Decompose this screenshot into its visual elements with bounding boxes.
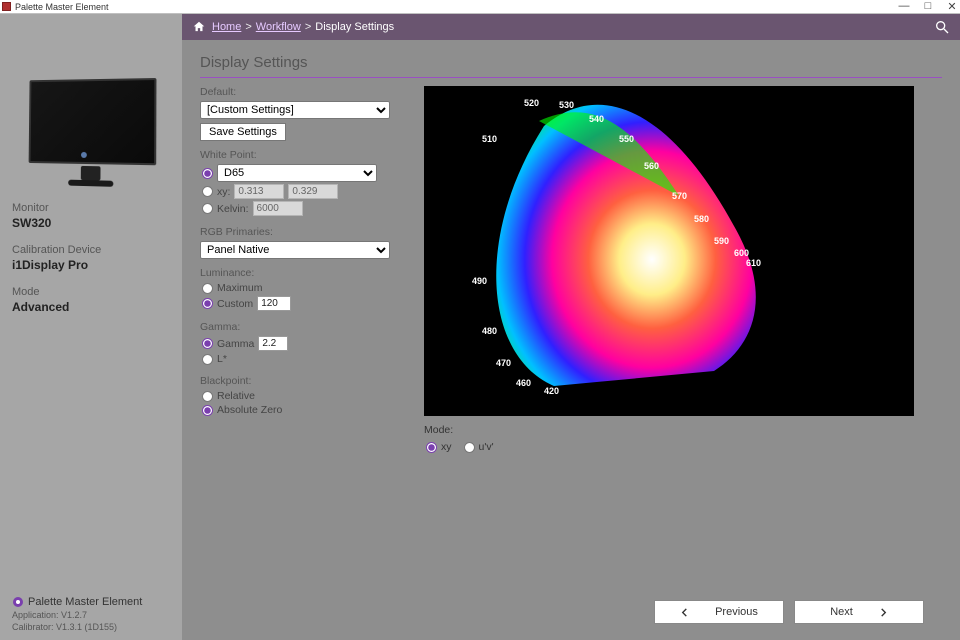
wavelength-label: 470 [496,358,511,368]
breadcrumb-workflow[interactable]: Workflow [256,21,301,33]
blackpoint-relative-radio[interactable] [202,391,213,402]
wavelength-label: 490 [472,276,487,286]
brand-icon [12,596,24,608]
whitepoint-x-input[interactable] [234,184,284,199]
blackpoint-label: Blackpoint: [200,375,410,387]
app-icon [2,2,11,11]
breadcrumb-current: Display Settings [315,21,394,33]
window-titlebar: Palette Master Element — □ ✕ [0,0,960,14]
whitepoint-label: White Point: [200,149,410,161]
mode-xy-label: xy [441,441,452,453]
save-settings-button[interactable]: Save Settings [200,123,286,141]
wavelength-label: 530 [559,100,574,110]
search-icon[interactable] [934,19,950,35]
chevron-right-icon [879,608,888,617]
lstar-label: L* [217,353,227,365]
diagram-mode-label: Mode: [424,424,942,436]
wavelength-label: 570 [672,191,687,201]
whitepoint-preset-select[interactable]: D65 [217,164,377,182]
whitepoint-kelvin-radio[interactable] [202,203,213,214]
whitepoint-preset-radio[interactable] [202,168,213,179]
page-title: Display Settings [200,54,942,78]
whitepoint-kelvin-label: Kelvin: [217,203,249,215]
primaries-label: RGB Primaries: [200,226,410,238]
gamma-section-label: Gamma: [200,321,410,333]
wavelength-label: 480 [482,326,497,336]
default-select[interactable]: [Custom Settings] [200,101,390,119]
breadcrumb-home[interactable]: Home [212,21,241,33]
mode-value: Advanced [12,300,170,314]
blackpoint-relative-label: Relative [217,390,255,402]
blackpoint-absolute-radio[interactable] [202,405,213,416]
whitepoint-y-input[interactable] [288,184,338,199]
blackpoint-absolute-label: Absolute Zero [217,404,282,416]
wavelength-label: 600 [734,248,749,258]
next-button[interactable]: Next [794,600,924,624]
wavelength-label: 510 [482,134,497,144]
calibration-device-label: Calibration Device [12,244,170,256]
whitepoint-kelvin-input[interactable] [253,201,303,216]
luminance-custom-input[interactable] [257,296,291,311]
wavelength-label: 590 [714,236,729,246]
mode-uv-radio[interactable] [464,442,475,453]
primaries-select[interactable]: Panel Native [200,241,390,259]
wavelength-label: 560 [644,161,659,171]
default-label: Default: [200,86,410,98]
wavelength-label: 580 [694,214,709,224]
wavelength-label: 540 [589,114,604,124]
chromaticity-diagram: 520 530 540 550 560 570 580 590 600 610 … [424,86,914,416]
luminance-max-radio[interactable] [202,283,213,294]
calibrator-version: Calibrator: V1.3.1 (1D155) [12,622,170,632]
luminance-max-label: Maximum [217,282,263,294]
wavelength-label: 420 [544,386,559,396]
gamma-label: Gamma [217,338,254,350]
window-title: Palette Master Element [15,2,109,12]
wavelength-label: 610 [746,258,761,268]
window-minimize-button[interactable]: — [898,0,910,13]
luminance-custom-radio[interactable] [202,298,213,309]
mode-uv-label: u'v' [479,441,494,453]
calibration-device-value: i1Display Pro [12,258,170,272]
chevron-left-icon [680,608,689,617]
breadcrumb-bar: Home > Workflow > Display Settings [182,14,960,40]
lstar-radio[interactable] [202,354,213,365]
gamma-radio[interactable] [202,338,213,349]
home-icon[interactable] [192,20,206,34]
brand-name: Palette Master Element [28,596,142,608]
luminance-label: Luminance: [200,267,410,279]
previous-button[interactable]: Previous [654,600,784,624]
window-maximize-button[interactable]: □ [922,0,934,13]
sidebar: Monitor SW320 Calibration Device i1Displ… [0,14,182,640]
app-version: Application: V1.2.7 [12,610,170,620]
wavelength-label: 520 [524,98,539,108]
window-close-button[interactable]: ✕ [946,0,958,13]
monitor-image [16,34,166,164]
whitepoint-xy-radio[interactable] [202,186,213,197]
wavelength-label: 550 [619,134,634,144]
mode-xy-radio[interactable] [426,442,437,453]
monitor-value: SW320 [12,216,170,230]
monitor-label: Monitor [12,202,170,214]
gamma-input[interactable] [258,336,288,351]
mode-label: Mode [12,286,170,298]
wavelength-label: 460 [516,378,531,388]
luminance-custom-label: Custom [217,298,253,310]
whitepoint-xy-label: xy: [217,186,230,198]
